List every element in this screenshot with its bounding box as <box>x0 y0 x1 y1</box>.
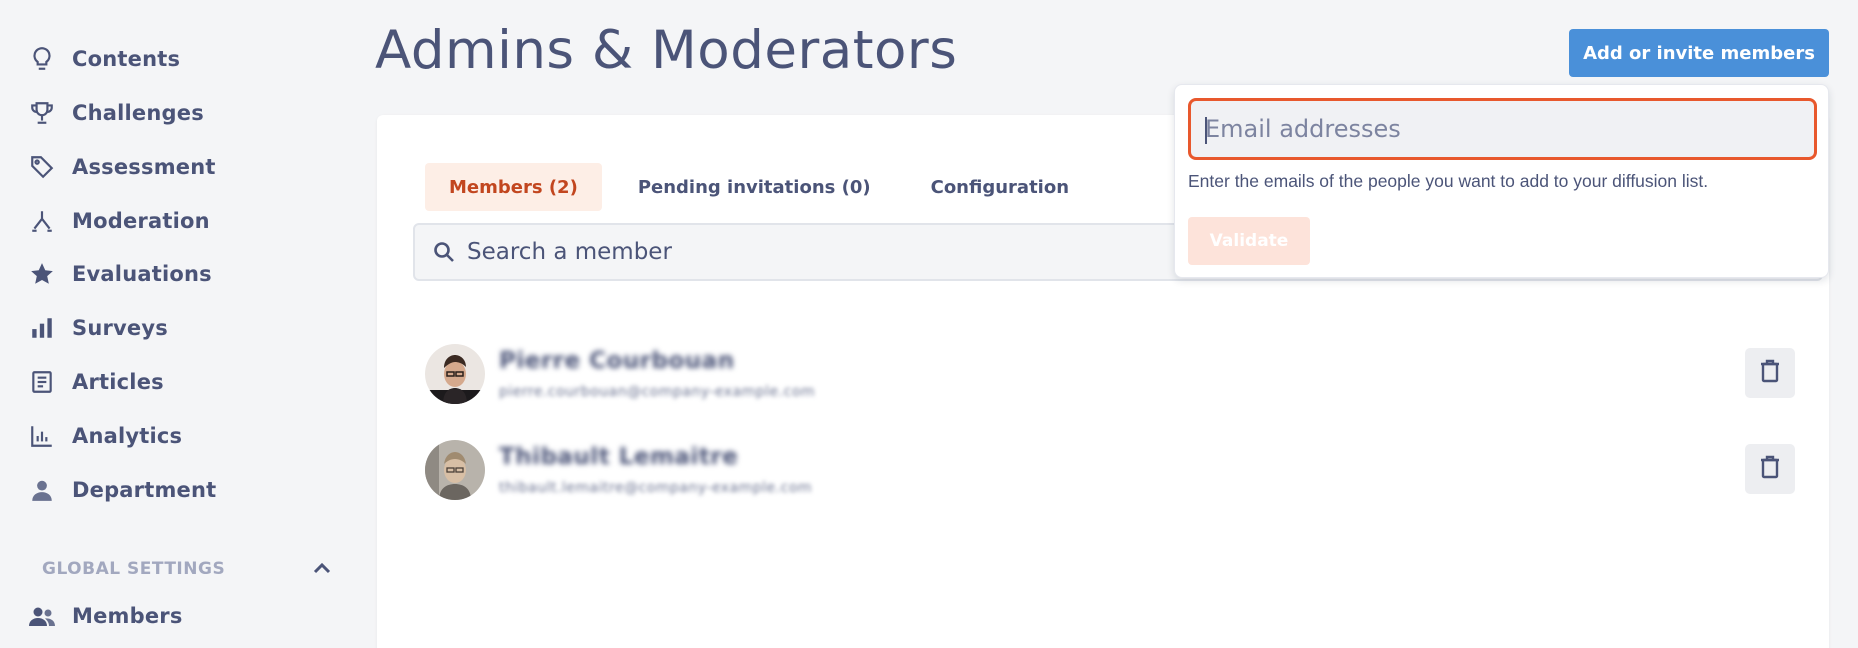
star-icon <box>28 260 56 288</box>
avatar <box>425 344 485 404</box>
member-name: Pierre Courbouan <box>499 348 735 374</box>
analytics-icon <box>28 422 56 450</box>
sidebar-item-label: Articles <box>72 370 164 394</box>
tab-members[interactable]: Members (2) <box>425 163 602 211</box>
tag-icon <box>28 153 56 181</box>
sidebar-item-evaluations[interactable]: Evaluations <box>28 254 212 294</box>
delete-member-button[interactable] <box>1745 444 1795 494</box>
sidebar-item-label: Challenges <box>72 101 204 125</box>
member-name: Thibault Lemaitre <box>499 444 739 470</box>
sidebar-item-contents[interactable]: Contents <box>28 39 180 79</box>
fork-icon <box>28 207 56 235</box>
sidebar-item-label: Moderation <box>72 209 210 233</box>
sidebar: Contents Challenges Assessment Moderatio… <box>0 0 360 648</box>
trash-icon <box>1758 454 1782 484</box>
tab-pending-invitations[interactable]: Pending invitations (0) <box>614 163 895 211</box>
sidebar-item-label: Members <box>72 604 183 628</box>
validate-button[interactable]: Validate <box>1188 217 1310 265</box>
person-icon <box>28 476 56 504</box>
trophy-icon <box>28 99 56 127</box>
search-input[interactable] <box>467 239 967 265</box>
tabs: Members (2) Pending invitations (0) Conf… <box>425 163 1105 211</box>
sidebar-item-label: Analytics <box>72 424 183 448</box>
global-settings-header[interactable]: GLOBAL SETTINGS <box>42 556 332 582</box>
help-text: Enter the emails of the people you want … <box>1188 171 1709 191</box>
trash-icon <box>1758 358 1782 388</box>
email-field-wrapper[interactable] <box>1188 98 1817 160</box>
member-info: Pierre Courbouan pierre.courbouan@compan… <box>499 348 815 400</box>
sidebar-item-label: Surveys <box>72 316 168 340</box>
lightbulb-icon <box>28 45 56 73</box>
page-title: Admins & Moderators <box>375 20 958 81</box>
member-email: thibault.lemaitre@company-example.com <box>499 480 813 496</box>
sidebar-item-label: Assessment <box>72 155 216 179</box>
sidebar-item-members[interactable]: Members <box>28 596 183 636</box>
member-info: Thibault Lemaitre thibault.lemaitre@comp… <box>499 444 812 496</box>
tab-configuration[interactable]: Configuration <box>907 163 1093 211</box>
sidebar-item-label: Contents <box>72 47 181 71</box>
table-row: Pierre Courbouan pierre.courbouan@compan… <box>425 342 1795 406</box>
sidebar-item-assessment[interactable]: Assessment <box>28 147 216 187</box>
email-field[interactable] <box>1205 115 1814 143</box>
delete-member-button[interactable] <box>1745 348 1795 398</box>
text-caret <box>1205 117 1207 144</box>
article-icon <box>28 368 56 396</box>
sidebar-item-moderation[interactable]: Moderation <box>28 201 210 241</box>
avatar <box>425 440 485 500</box>
sidebar-item-department[interactable]: Department <box>28 470 216 510</box>
sidebar-item-label: Department <box>72 478 217 502</box>
section-label: GLOBAL SETTINGS <box>42 559 226 579</box>
add-invite-members-button[interactable]: Add or invite members <box>1569 29 1829 77</box>
table-row: Thibault Lemaitre thibault.lemaitre@comp… <box>425 438 1795 502</box>
sidebar-item-label: Evaluations <box>72 262 212 286</box>
people-icon <box>28 602 56 630</box>
search-icon <box>431 239 457 265</box>
chevron-up-icon[interactable] <box>312 560 332 579</box>
sidebar-item-surveys[interactable]: Surveys <box>28 308 168 348</box>
bar-chart-icon <box>28 314 56 342</box>
member-email: pierre.courbouan@company-example.com <box>499 384 816 400</box>
invite-popover: Enter the emails of the people you want … <box>1174 84 1829 278</box>
sidebar-item-challenges[interactable]: Challenges <box>28 93 204 133</box>
sidebar-item-articles[interactable]: Articles <box>28 362 164 402</box>
sidebar-item-analytics[interactable]: Analytics <box>28 416 182 456</box>
